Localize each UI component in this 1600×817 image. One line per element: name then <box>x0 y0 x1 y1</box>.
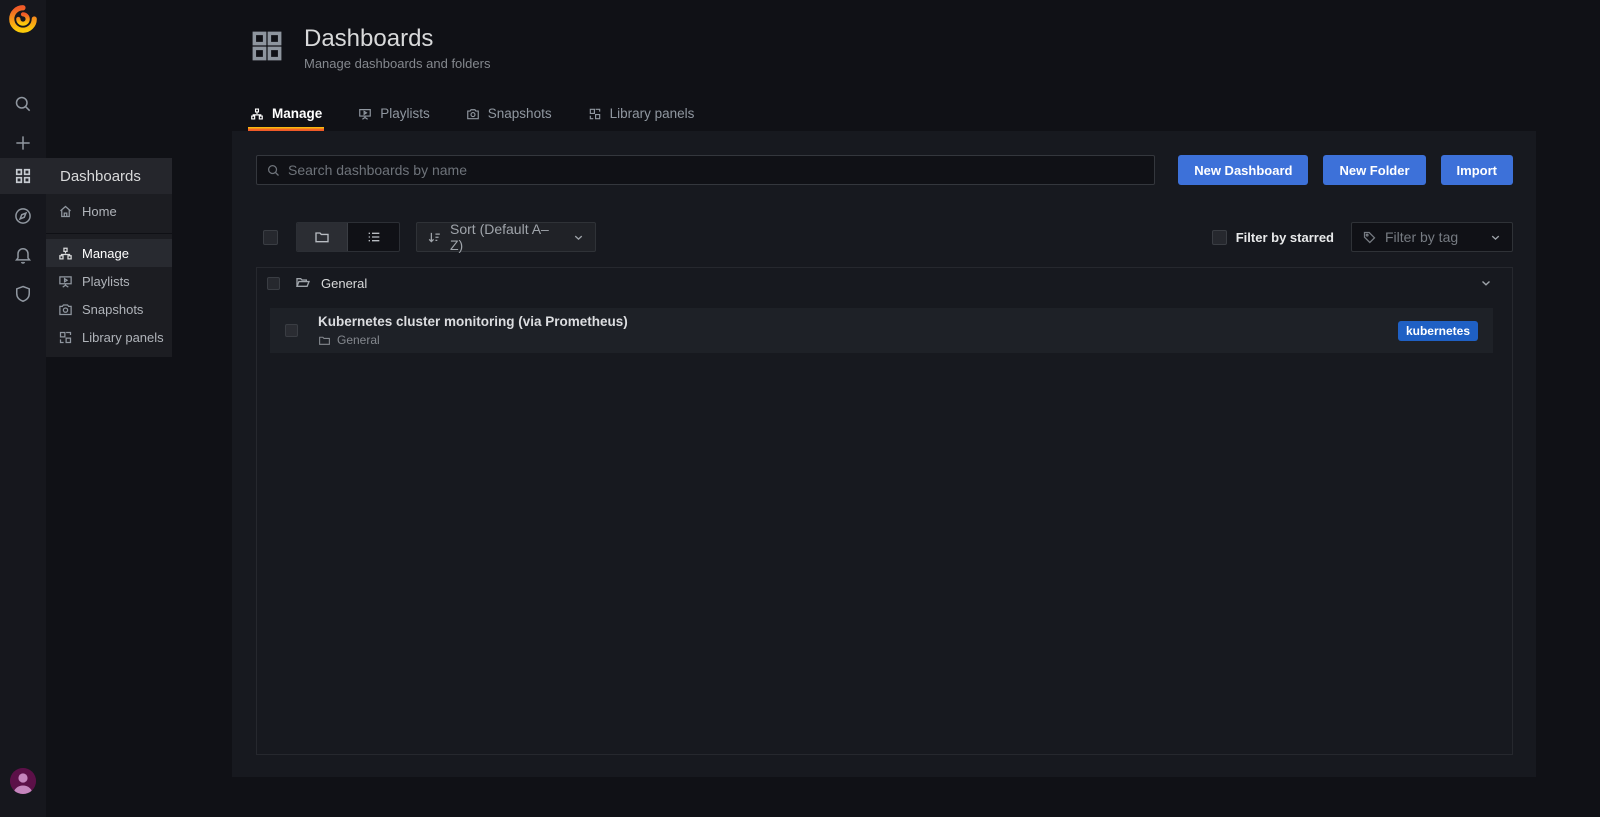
search-icon <box>266 163 281 178</box>
camera-icon <box>466 107 480 121</box>
chevron-down-icon[interactable] <box>1479 276 1493 290</box>
view-mode-toggle <box>296 222 400 252</box>
sidebar <box>0 0 46 817</box>
page: Dashboards Manage dashboards and folders… <box>46 0 1600 817</box>
starred-label: Filter by starred <box>1236 230 1334 245</box>
search-input[interactable] <box>288 162 1145 178</box>
library-panel-icon <box>588 107 602 121</box>
view-folders-button[interactable] <box>297 223 348 251</box>
search-row: New Dashboard New Folder Import <box>256 155 1513 185</box>
explore-compass-icon[interactable] <box>0 198 46 234</box>
page-header: Dashboards Manage dashboards and folders <box>248 25 490 71</box>
tab-label: Library panels <box>610 106 695 121</box>
new-folder-button[interactable]: New Folder <box>1323 155 1425 185</box>
folder-section-general[interactable]: General <box>257 268 1512 298</box>
page-title: Dashboards <box>304 25 490 53</box>
camera-icon <box>58 302 73 317</box>
submenu-item-manage[interactable]: Manage <box>46 239 172 267</box>
tag-filter-select[interactable]: Filter by tag <box>1351 222 1513 252</box>
sitemap-icon <box>250 107 264 121</box>
new-dashboard-button[interactable]: New Dashboard <box>1178 155 1308 185</box>
dashboard-list: General Kubernetes cluster monitoring (v… <box>256 267 1513 755</box>
folder-open-icon <box>295 275 311 291</box>
manage-panel: New Dashboard New Folder Import <box>232 131 1536 777</box>
submenu-item-label: Library panels <box>82 330 164 345</box>
dashboards-grid-icon <box>248 27 286 71</box>
folder-name: General <box>321 276 367 291</box>
submenu-item-library-panels[interactable]: Library panels <box>46 323 172 351</box>
chevron-down-icon <box>1489 231 1502 244</box>
dashboards-icon[interactable] <box>0 158 46 194</box>
grafana-app: Dashboards Home Manage <box>0 0 1600 817</box>
starred-checkbox[interactable] <box>1212 230 1227 245</box>
submenu-item-label: Snapshots <box>82 302 143 317</box>
submenu-item-label: Manage <box>82 246 129 261</box>
library-panel-icon <box>58 330 73 345</box>
tab-snapshots[interactable]: Snapshots <box>464 98 554 131</box>
tab-label: Snapshots <box>488 106 552 121</box>
tag-icon <box>1362 230 1377 245</box>
presentation-icon <box>358 107 372 121</box>
sort-amount-icon <box>427 230 442 245</box>
user-avatar[interactable] <box>10 768 36 794</box>
tag-select-placeholder: Filter by tag <box>1385 229 1458 245</box>
alerting-bell-icon[interactable] <box>0 237 46 273</box>
tabs: Manage Playlists Snapshots <box>248 98 696 131</box>
submenu-title[interactable]: Dashboards <box>46 158 172 194</box>
submenu-item-home[interactable]: Home <box>46 194 172 229</box>
tab-label: Manage <box>272 106 322 121</box>
sort-select[interactable]: Sort (Default A–Z) <box>416 222 596 252</box>
chevron-down-icon <box>572 231 585 244</box>
tab-manage[interactable]: Manage <box>248 98 324 131</box>
dashboard-checkbox[interactable] <box>285 324 298 337</box>
tab-library-panels[interactable]: Library panels <box>586 98 697 131</box>
dashboard-title[interactable]: Kubernetes cluster monitoring (via Prome… <box>318 314 628 329</box>
dashboard-folder-label: General <box>337 333 380 347</box>
search-box <box>256 155 1155 185</box>
page-subtitle: Manage dashboards and folders <box>304 56 490 71</box>
import-button[interactable]: Import <box>1441 155 1513 185</box>
submenu-item-playlists[interactable]: Playlists <box>46 267 172 295</box>
shield-icon[interactable] <box>0 276 46 312</box>
sort-select-value: Sort (Default A–Z) <box>450 221 556 253</box>
home-icon <box>58 204 73 219</box>
tab-label: Playlists <box>380 106 430 121</box>
dashboard-folder: General <box>318 333 628 347</box>
list-icon <box>366 229 382 245</box>
dashboards-submenu: Dashboards Home Manage <box>46 158 172 357</box>
dashboard-info: Kubernetes cluster monitoring (via Prome… <box>318 314 628 347</box>
dashboard-row-kubernetes[interactable]: Kubernetes cluster monitoring (via Prome… <box>270 308 1493 353</box>
tab-playlists[interactable]: Playlists <box>356 98 432 131</box>
submenu-item-label: Playlists <box>82 274 130 289</box>
folder-icon <box>318 334 331 347</box>
grafana-logo-icon[interactable] <box>8 4 38 34</box>
submenu-item-label: Home <box>82 204 117 219</box>
presentation-icon <box>58 274 73 289</box>
submenu-item-snapshots[interactable]: Snapshots <box>46 295 172 323</box>
folder-checkbox[interactable] <box>267 277 280 290</box>
select-all-checkbox[interactable] <box>263 230 278 245</box>
plus-icon[interactable] <box>0 125 46 161</box>
filter-by-starred: Filter by starred <box>1212 230 1334 245</box>
search-icon[interactable] <box>0 86 46 122</box>
tag-kubernetes[interactable]: kubernetes <box>1398 321 1478 341</box>
filter-row: Sort (Default A–Z) Filter by starred <box>256 222 1513 252</box>
view-list-button[interactable] <box>348 223 399 251</box>
folder-icon <box>314 229 330 245</box>
sitemap-icon <box>58 246 73 261</box>
submenu-title-label: Dashboards <box>60 168 141 185</box>
submenu-divider <box>46 233 172 234</box>
